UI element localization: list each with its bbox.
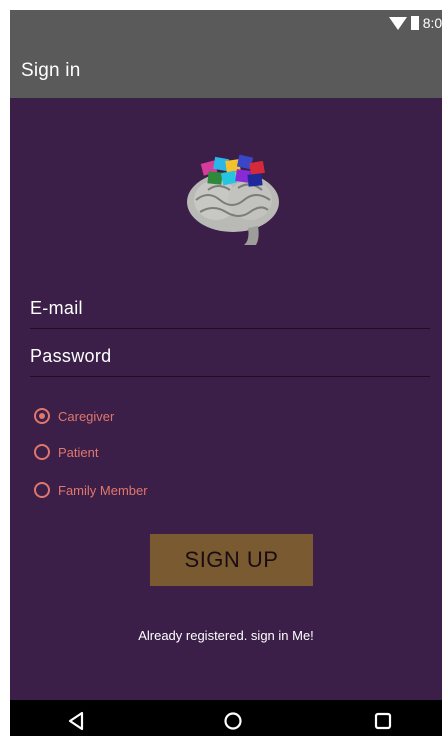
recent-square-icon[interactable] [374, 712, 392, 735]
app-bar: Sign in [10, 44, 442, 98]
radio-button[interactable] [34, 482, 50, 498]
radio-family-member[interactable]: Family Member [34, 478, 148, 502]
sign-up-button[interactable]: SIGN UP [150, 534, 313, 586]
wifi-icon [388, 16, 407, 30]
email-placeholder: E-mail [30, 298, 83, 318]
main-content: E-mail Password Caregiver Patient Family… [10, 98, 442, 700]
status-icons: 8:00 [388, 15, 442, 31]
sign-in-link[interactable]: Already registered. sign in Me! [10, 628, 442, 643]
radio-caregiver[interactable]: Caregiver [34, 404, 114, 428]
radio-patient[interactable]: Patient [34, 440, 98, 464]
page-title: Sign in [21, 60, 81, 81]
radio-label-family-member: Family Member [58, 482, 148, 498]
radio-button[interactable] [34, 444, 50, 460]
status-bar: 8:00 [10, 10, 442, 44]
device-screen: 8:00 Sign in [10, 10, 442, 736]
password-placeholder: Password [30, 346, 112, 366]
status-time: 8:00 [422, 15, 442, 31]
brain-puzzle-logo [178, 150, 288, 246]
email-field[interactable]: E-mail [30, 294, 430, 329]
back-triangle-icon[interactable] [66, 710, 86, 736]
radio-label-patient: Patient [58, 444, 99, 460]
radio-button-checked[interactable] [34, 408, 50, 424]
radio-label-caregiver: Caregiver [58, 408, 115, 424]
password-field[interactable]: Password [30, 342, 430, 377]
home-circle-icon[interactable] [222, 710, 244, 736]
navigation-bar [10, 700, 442, 736]
battery-icon [410, 16, 419, 30]
